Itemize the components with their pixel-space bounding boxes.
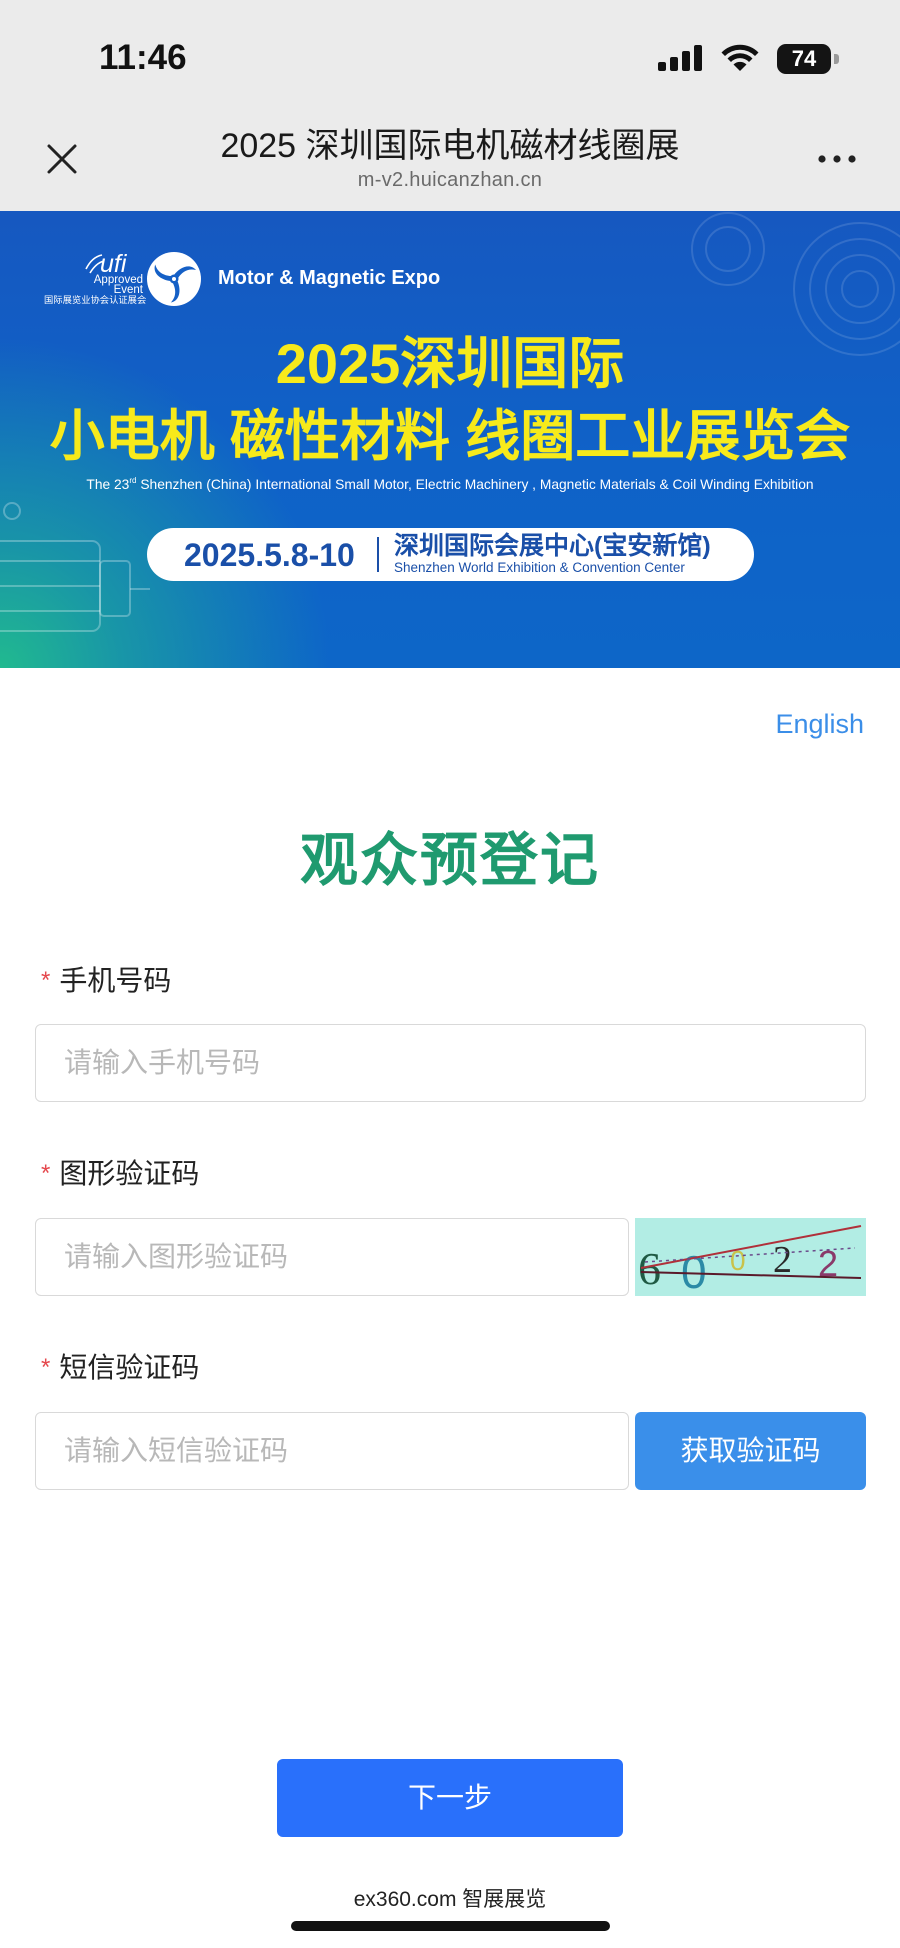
battery-level: 74	[777, 44, 831, 74]
date-venue-pill: 2025.5.8-10 深圳国际会展中心(宝安新馆) Shenzhen Worl…	[147, 528, 754, 581]
required-mark: *	[41, 1160, 51, 1187]
page-title: 2025 深圳国际电机磁材线圈展	[220, 127, 680, 165]
subtitle-rest: Shenzhen (China) International Small Mot…	[136, 477, 814, 492]
phone-label: * 手机号码	[41, 963, 171, 999]
signal-icon	[658, 45, 702, 71]
sms-label-text: 短信验证码	[59, 1352, 200, 1383]
pill-divider	[377, 537, 379, 572]
more-icon[interactable]	[816, 150, 858, 168]
battery-terminal	[834, 54, 839, 64]
phone-input[interactable]	[35, 1024, 866, 1102]
required-mark: *	[41, 1354, 51, 1381]
english-link[interactable]: English	[775, 707, 864, 741]
expo-brand: Motor & Magnetic Expo	[218, 267, 441, 289]
venue-en: Shenzhen World Exhibition & Convention C…	[394, 560, 685, 575]
get-code-button[interactable]: 获取验证码	[635, 1412, 866, 1490]
banner-title-line2: 小电机 磁性材料 线圈工业展览会	[49, 405, 851, 467]
expo-date: 2025.5.8-10	[184, 537, 355, 573]
status-time: 11:46	[99, 38, 187, 77]
fan-logo-icon	[147, 252, 201, 306]
captcha-input[interactable]	[35, 1218, 629, 1296]
subtitle-prefix: The 23	[86, 477, 130, 492]
footer-text: ex360.com 智展展览	[353, 1888, 547, 1911]
phone-label-text: 手机号码	[59, 965, 172, 996]
captcha-char-2: 0	[681, 1246, 707, 1296]
page-url: m-v2.huicanzhan.cn	[357, 169, 543, 191]
banner-subtitle: The 23rd Shenzhen (China) International …	[0, 475, 900, 495]
expo-banner: ufi Approved Event 国际展览业协会认证展会 Motor & M…	[0, 211, 900, 668]
home-indicator[interactable]	[291, 1921, 610, 1931]
required-mark: *	[41, 967, 51, 994]
sms-label: * 短信验证码	[41, 1350, 199, 1386]
next-step-button[interactable]: 下一步	[277, 1759, 623, 1837]
battery-icon: 74	[777, 44, 841, 74]
captcha-label: * 图形验证码	[41, 1156, 199, 1192]
captcha-image[interactable]: 6 0 0 2 2	[635, 1218, 866, 1296]
form-title: 观众预登记	[299, 828, 600, 893]
captcha-label-text: 图形验证码	[59, 1158, 200, 1189]
banner-title-line1: 2025深圳国际	[275, 332, 625, 395]
sms-code-input[interactable]	[35, 1412, 629, 1490]
ufi-caption: 国际展览业协会认证展会	[44, 295, 147, 305]
venue-cn: 深圳国际会展中心(宝安新馆)	[394, 532, 711, 560]
wifi-icon	[721, 44, 759, 71]
